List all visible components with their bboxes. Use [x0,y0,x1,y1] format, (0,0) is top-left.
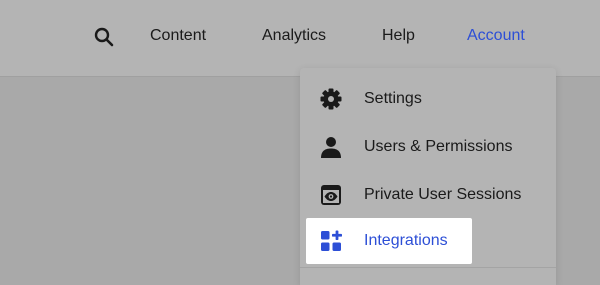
menu-item-integrations[interactable]: Integrations [306,218,472,264]
nav-content[interactable]: Content [150,26,206,46]
menu-item-label: Private User Sessions [364,186,522,203]
search-icon[interactable] [92,25,116,49]
eye-window-icon [320,184,342,206]
menu-item-private-user-sessions[interactable]: Private User Sessions [300,171,556,219]
account-dropdown-menu: Settings Users & Permissions Private Use… [300,68,556,285]
nav-account[interactable]: Account [467,26,525,46]
integrations-icon [320,230,342,252]
menu-divider [300,267,556,268]
nav-analytics[interactable]: Analytics [262,26,326,46]
menu-item-settings[interactable]: Settings [300,75,556,123]
menu-item-users-permissions[interactable]: Users & Permissions [300,123,556,171]
nav-help[interactable]: Help [382,26,415,46]
gear-icon [320,88,342,110]
user-icon [320,136,342,158]
menu-item-label: Users & Permissions [364,138,513,155]
menu-item-label: Settings [364,90,422,107]
menu-item-label: Integrations [364,232,448,249]
top-navigation-bar: Content Analytics Help Account [0,0,600,77]
